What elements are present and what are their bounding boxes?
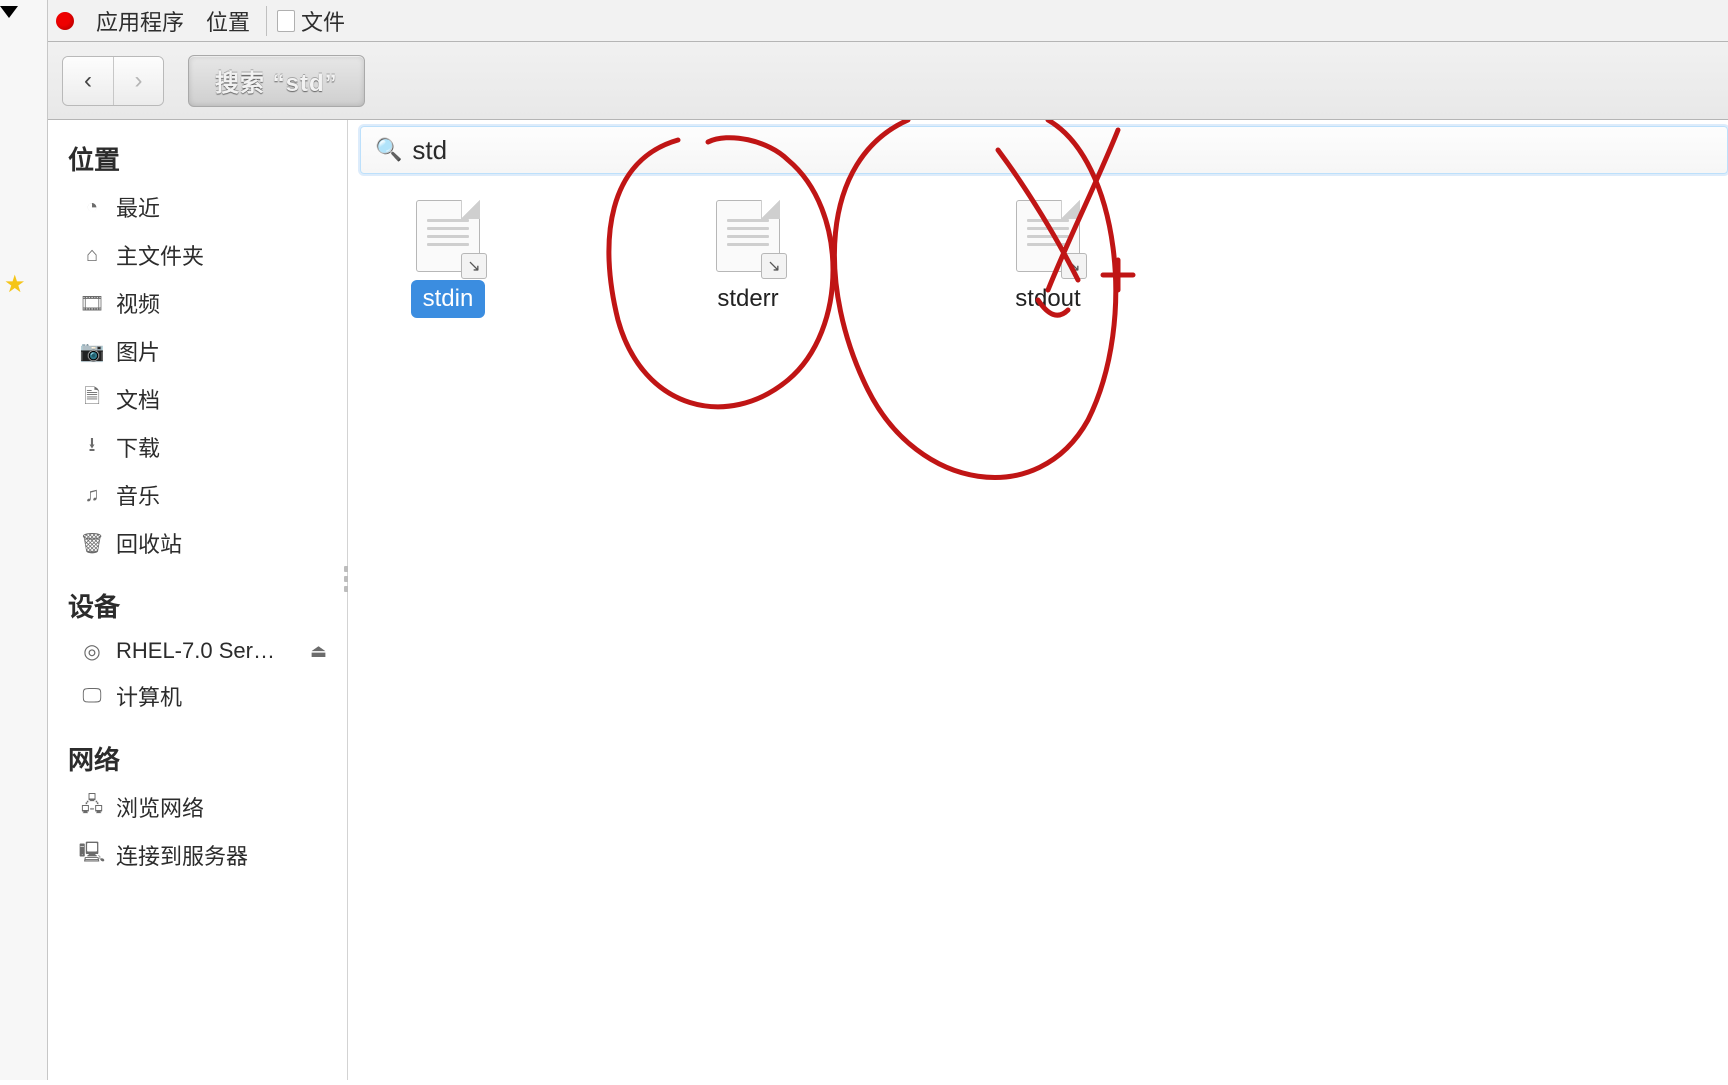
clock-icon: ◔ [82, 197, 102, 217]
disc-icon: ◎ [82, 641, 102, 661]
sidebar-item-label: 图片 [116, 335, 160, 367]
file-link-icon: ↘ [416, 200, 480, 272]
sidebar-item-computer[interactable]: 🖵 计算机 [48, 672, 347, 720]
file-stdin[interactable]: ↘ stdin [388, 200, 508, 316]
sidebar-section-devices: 设备 [48, 581, 347, 630]
symlink-badge-icon: ↘ [761, 253, 787, 279]
chevron-right-icon: › [135, 67, 143, 95]
network-browse-icon: 🖧 [82, 797, 102, 817]
file-link-icon: ↘ [716, 200, 780, 272]
music-icon: ♫ [82, 485, 102, 505]
file-manager-icon [277, 10, 295, 32]
file-stderr[interactable]: ↘ stderr [688, 200, 808, 316]
file-manager-window: 应用程序 位置 文件 ‹ › 搜索 “std” 位置 ◔ 最近 [48, 0, 1728, 1080]
content-area: 🔍 ↘ stdin ↘ stderr [348, 120, 1728, 1080]
sidebar-item-trash[interactable]: 🗑 回收站 [48, 519, 347, 567]
symlink-badge-icon: ↘ [461, 253, 487, 279]
sidebar-item-label: 计算机 [116, 680, 182, 712]
menu-applications[interactable]: 应用程序 [86, 1, 194, 41]
sidebar-item-label: 浏览网络 [116, 791, 204, 823]
sidebar-item-pictures[interactable]: 📷 图片 [48, 327, 347, 375]
back-button[interactable]: ‹ [63, 57, 113, 105]
file-name-label: stdout [1005, 282, 1090, 316]
computer-icon: 🖵 [82, 686, 102, 706]
sidebar-item-documents[interactable]: 🗎 文档 [48, 375, 347, 423]
sidebar-item-connect-server[interactable]: 🖳 连接到服务器 [48, 831, 347, 879]
sidebar-item-label: 文档 [116, 383, 160, 415]
eject-icon[interactable]: ⏏ [310, 641, 327, 662]
film-icon: 🎞 [82, 293, 102, 313]
sidebar-item-home[interactable]: ⌂ 主文件夹 [48, 231, 347, 279]
sidebar-item-label: 音乐 [116, 479, 160, 511]
distro-logo-icon[interactable] [56, 12, 74, 30]
sidebar-item-downloads[interactable]: ⭳ 下载 [48, 423, 347, 471]
sidebar-item-recent[interactable]: ◔ 最近 [48, 183, 347, 231]
home-icon: ⌂ [82, 245, 102, 265]
bookmark-star-icon[interactable]: ★ [4, 270, 26, 299]
symlink-badge-icon: ↘ [1061, 253, 1087, 279]
file-stdout[interactable]: ↘ stdout [988, 200, 1108, 316]
file-link-icon: ↘ [1016, 200, 1080, 272]
file-grid[interactable]: ↘ stdin ↘ stderr ↘ stdout [348, 190, 1728, 1080]
toolbar: ‹ › 搜索 “std” [48, 42, 1728, 120]
sidebar-item-browse-network[interactable]: 🖧 浏览网络 [48, 783, 347, 831]
taskbar-window-entry[interactable]: 文件 [277, 5, 345, 37]
file-name-label: stderr [707, 282, 788, 316]
download-icon: ⭳ [82, 437, 102, 457]
sidebar-section-network: 网络 [48, 734, 347, 783]
sidebar: 位置 ◔ 最近 ⌂ 主文件夹 🎞 视频 📷 图片 🗎 文档 ⭳ [48, 120, 348, 1080]
server-icon: 🖳 [82, 845, 102, 865]
sidebar-item-label: RHEL-7.0 Ser… [116, 638, 275, 664]
sidebar-item-rhel-disc[interactable]: ◎ RHEL-7.0 Ser… ⏏ [48, 630, 347, 672]
menubar: 应用程序 位置 文件 [48, 0, 1728, 42]
sidebar-item-label: 主文件夹 [116, 239, 204, 271]
sidebar-item-label: 回收站 [116, 527, 182, 559]
host-left-strip: ★ [0, 0, 48, 1080]
search-bar[interactable]: 🔍 [360, 126, 1728, 174]
sidebar-item-label: 连接到服务器 [116, 839, 248, 871]
trash-icon: 🗑 [82, 533, 102, 553]
window-title: 文件 [301, 5, 345, 37]
sidebar-item-label: 最近 [116, 191, 160, 223]
dropdown-arrow-icon[interactable] [0, 6, 18, 18]
nav-buttons: ‹ › [62, 56, 164, 106]
path-search-pill[interactable]: 搜索 “std” [188, 55, 365, 107]
sidebar-section-places: 位置 [48, 134, 347, 183]
menu-places[interactable]: 位置 [196, 1, 260, 41]
main-split: 位置 ◔ 最近 ⌂ 主文件夹 🎞 视频 📷 图片 🗎 文档 ⭳ [48, 120, 1728, 1080]
camera-icon: 📷 [82, 341, 102, 361]
document-icon: 🗎 [82, 389, 102, 409]
sidebar-item-label: 下载 [116, 431, 160, 463]
sidebar-item-music[interactable]: ♫ 音乐 [48, 471, 347, 519]
menubar-divider [266, 6, 267, 36]
sidebar-item-label: 视频 [116, 287, 160, 319]
forward-button[interactable]: › [113, 57, 163, 105]
search-icon: 🔍 [375, 137, 402, 163]
path-search-label: 搜索 “std” [215, 63, 338, 98]
file-name-label: stdin [413, 282, 484, 316]
search-input[interactable] [412, 135, 1713, 166]
sidebar-item-videos[interactable]: 🎞 视频 [48, 279, 347, 327]
chevron-left-icon: ‹ [84, 67, 92, 95]
